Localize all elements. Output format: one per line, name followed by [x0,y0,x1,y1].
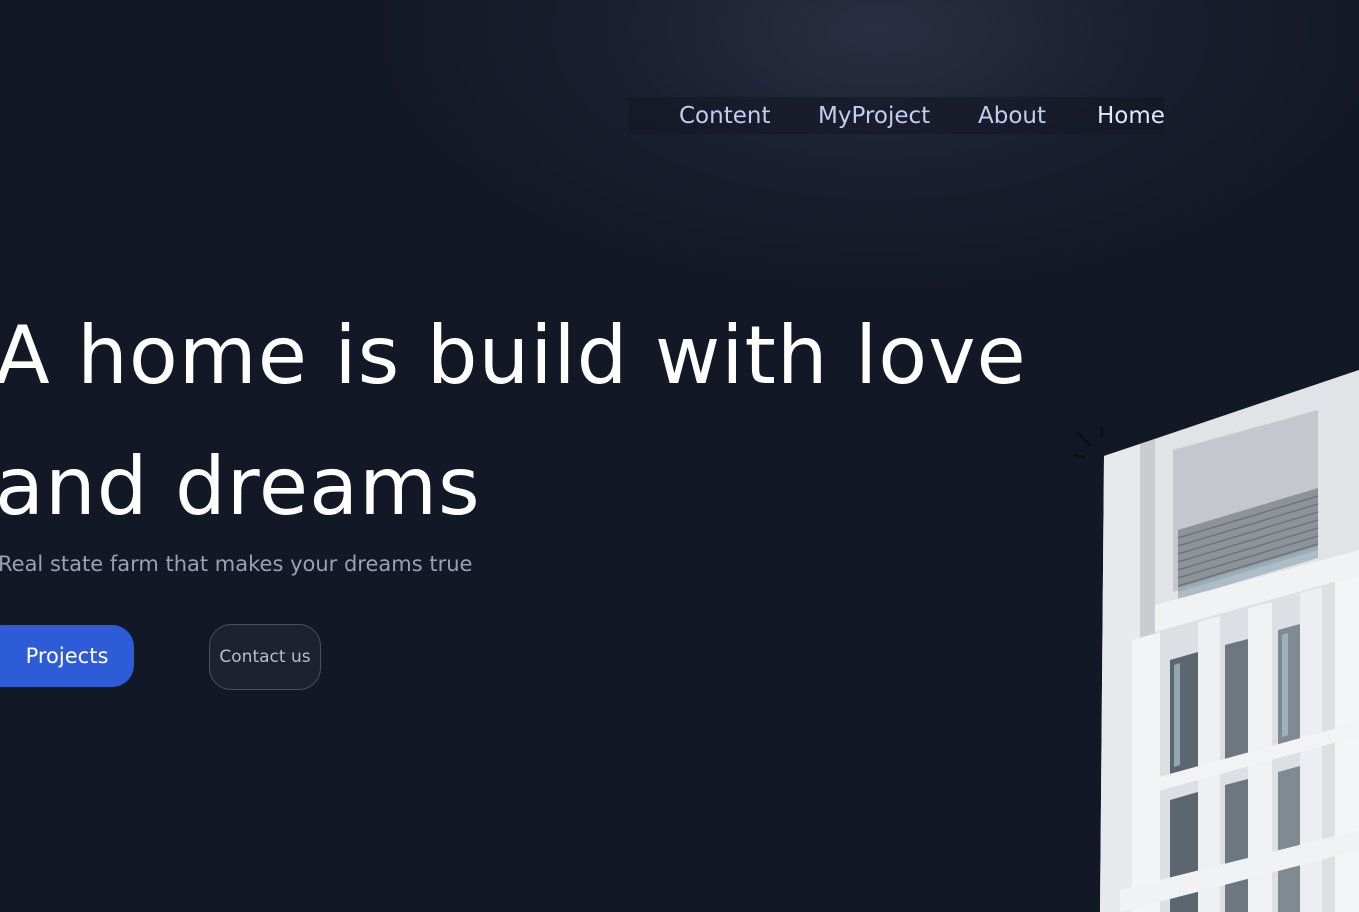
projects-button[interactable]: Projects [0,625,134,687]
headline-line-2: and dreams [0,440,481,533]
nav-item-home[interactable]: Home [1097,101,1165,131]
contact-us-button[interactable]: Contact us [209,624,321,690]
page: Content MyProject About Home A home is b… [0,0,1359,912]
nav-item-about[interactable]: About [978,101,1046,131]
headline-line-1: A home is build with love [0,309,1027,402]
nav-item-myproject[interactable]: MyProject [818,101,930,131]
nav-item-content[interactable]: Content [679,101,770,131]
hero-subtitle: Real state farm that makes your dreams t… [0,552,473,576]
building-photo [1074,370,1359,912]
sparkle-icon [1074,427,1103,458]
background-glow [380,0,1359,290]
hero-headline: A home is build with love and dreams [0,290,1035,552]
